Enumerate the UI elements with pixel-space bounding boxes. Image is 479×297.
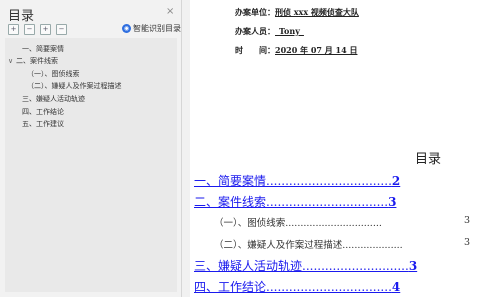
smart-toc-icon: ◉ <box>122 24 131 33</box>
toc-entry[interactable]: 三、嫌疑人活动轨迹............................3 <box>194 257 417 274</box>
field-value: 刑侦 xxx 视频侦查大队 <box>275 7 359 17</box>
outline-item[interactable]: （二）、嫌疑人及作案过程描述 <box>27 81 122 91</box>
field-unit: 办案单位：刑侦 xxx 视频侦查大队 <box>235 7 359 18</box>
toc-entry-text: （二）、嫌疑人及作案过程描述.................... <box>214 240 403 251</box>
chevron-down-icon[interactable]: ∨ <box>8 57 16 65</box>
outline-item-label: 五、工作建议 <box>22 120 64 128</box>
field-label: 办案单位： <box>235 7 275 17</box>
toc-entry-text: 一、简要案情................................. <box>194 174 392 188</box>
field-value: 2020 年 07 月 14 日 <box>275 45 358 55</box>
toc-entry-text: 三、嫌疑人活动轨迹............................ <box>194 259 409 273</box>
field-date: 时 间：2020 年 07 月 14 日 <box>235 45 357 56</box>
outline-item-label: （一）、图侦线索 <box>27 70 80 78</box>
toc-title: 目录 <box>415 152 442 167</box>
outline-item-label: 三、嫌疑人活动轨迹 <box>22 95 85 103</box>
toc-entry-text: 四、工作结论................................. <box>194 280 392 294</box>
panel-title: 目录 <box>8 9 35 24</box>
smart-toc-label: 智能识别目录 <box>133 24 181 33</box>
outline-item[interactable]: ∨ 二、案件线索 <box>8 56 58 66</box>
collapse-all-icon[interactable]: − <box>24 24 35 35</box>
outline-item-label: 一、简要案情 <box>22 45 64 53</box>
outline-item-label: （二）、嫌疑人及作案过程描述 <box>27 82 122 90</box>
field-value: _Tony_ <box>275 26 304 36</box>
toc-page-number: 3 <box>464 237 471 248</box>
toc-entry[interactable]: 四、工作结论.................................4 <box>194 278 400 295</box>
expand-all-icon[interactable]: + <box>8 24 19 35</box>
outline-item-label: 二、案件线索 <box>16 57 58 65</box>
toc-entry-text: 二、案件线索................................ <box>194 195 389 209</box>
toc-entry[interactable]: （一）、图侦线索................................… <box>214 215 470 229</box>
field-label: 办案人员： <box>235 26 275 36</box>
toc-page-number: 2 <box>391 174 401 188</box>
toc-entry[interactable]: 一、简要案情.................................2 <box>194 172 400 189</box>
outline-item[interactable]: 四、工作结论 <box>14 107 64 117</box>
toc-entry[interactable]: 二、案件线索................................3 <box>194 193 396 210</box>
outline-toolbar: + − + − <box>8 24 67 35</box>
smart-toc-button[interactable]: ◉ 智能识别目录 <box>122 23 181 34</box>
navigation-panel: 目录 × + − + − ◉ 智能识别目录 一、简要案情 ∨ 二、案件线索 （一）… <box>0 0 182 297</box>
toc-entry[interactable]: （二）、嫌疑人及作案过程描述.................... 3 <box>214 237 470 251</box>
outline-list: 一、简要案情 ∨ 二、案件线索 （一）、图侦线索 （二）、嫌疑人及作案过程描述 三… <box>5 38 177 292</box>
toc-page-number: 3 <box>408 259 418 273</box>
field-label: 时 间： <box>235 45 275 55</box>
outline-item[interactable]: 三、嫌疑人活动轨迹 <box>14 94 85 104</box>
demote-icon[interactable]: − <box>56 24 67 35</box>
toc-entry-text: （一）、图侦线索................................ <box>214 218 382 229</box>
toc-page-number: 3 <box>388 195 397 209</box>
promote-icon[interactable]: + <box>40 24 51 35</box>
outline-item[interactable]: 一、简要案情 <box>14 44 64 54</box>
document-page[interactable]: 办案单位：刑侦 xxx 视频侦查大队 办案人员：_Tony_ 时 间：2020 … <box>190 0 479 297</box>
field-staff: 办案人员：_Tony_ <box>235 26 304 37</box>
outline-item-label: 四、工作结论 <box>22 108 64 116</box>
close-icon[interactable]: × <box>166 6 174 17</box>
toc-page-number: 4 <box>391 280 401 294</box>
outline-item[interactable]: 五、工作建议 <box>14 119 64 129</box>
outline-item[interactable]: （一）、图侦线索 <box>27 69 80 79</box>
toc-page-number: 3 <box>464 215 471 226</box>
